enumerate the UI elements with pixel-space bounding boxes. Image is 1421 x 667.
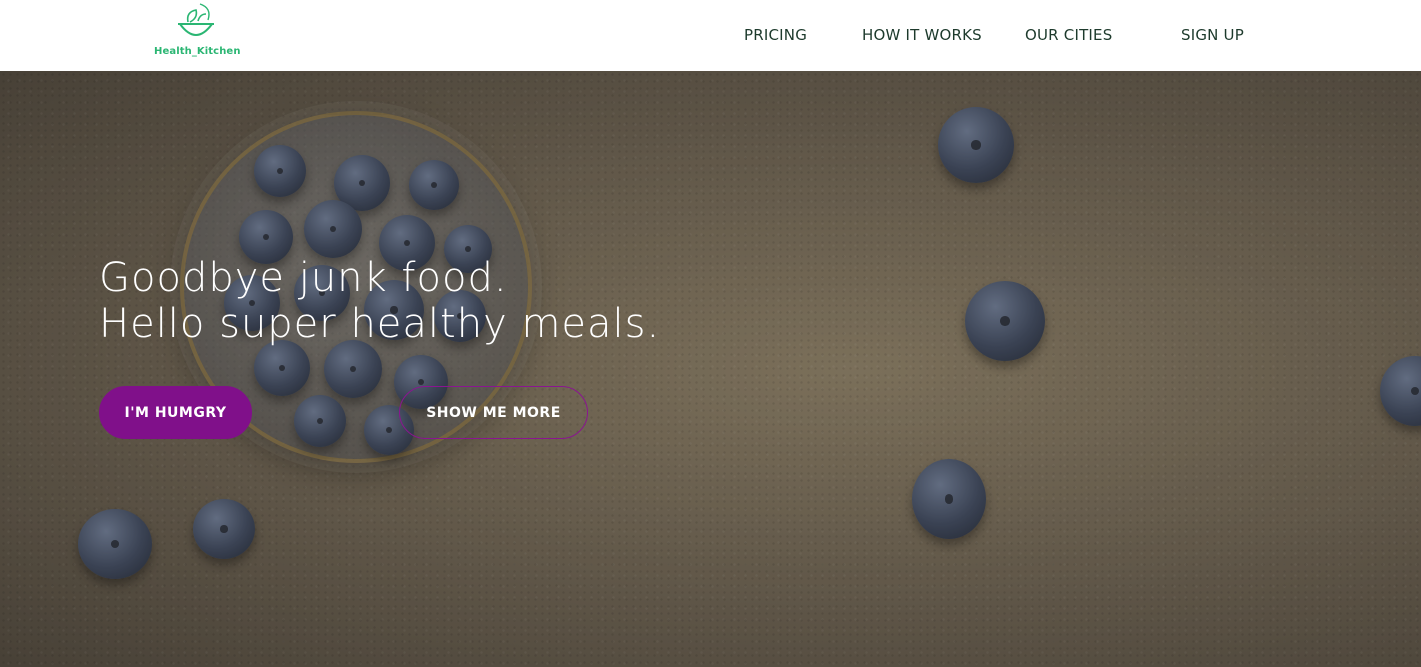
headline-line-2: Hello super healthy meals. (99, 301, 661, 347)
headline-line-1: Goodbye junk food. (99, 255, 508, 301)
brand-name: Health_Kitchen (154, 46, 241, 57)
hero-headline: Goodbye junk food. Hello super healthy m… (99, 255, 660, 347)
site-header: Health_Kitchen PRICING HOW IT WORKS OUR … (0, 0, 1421, 71)
nav-how-it-works[interactable]: HOW IT WORKS (862, 26, 982, 44)
nav-pricing[interactable]: PRICING (744, 26, 807, 44)
bowl-leaf-icon (178, 3, 214, 36)
hero-overlay (0, 71, 1421, 667)
hero-section: Goodbye junk food. Hello super healthy m… (0, 71, 1421, 667)
im-hungry-button[interactable]: I'M HUMGRY (99, 386, 252, 439)
nav-our-cities[interactable]: OUR CITIES (1025, 26, 1112, 44)
logo[interactable]: Health_Kitchen (154, 2, 240, 60)
show-me-more-button[interactable]: SHOW ME MORE (399, 386, 588, 439)
nav-sign-up[interactable]: SIGN UP (1181, 26, 1244, 44)
